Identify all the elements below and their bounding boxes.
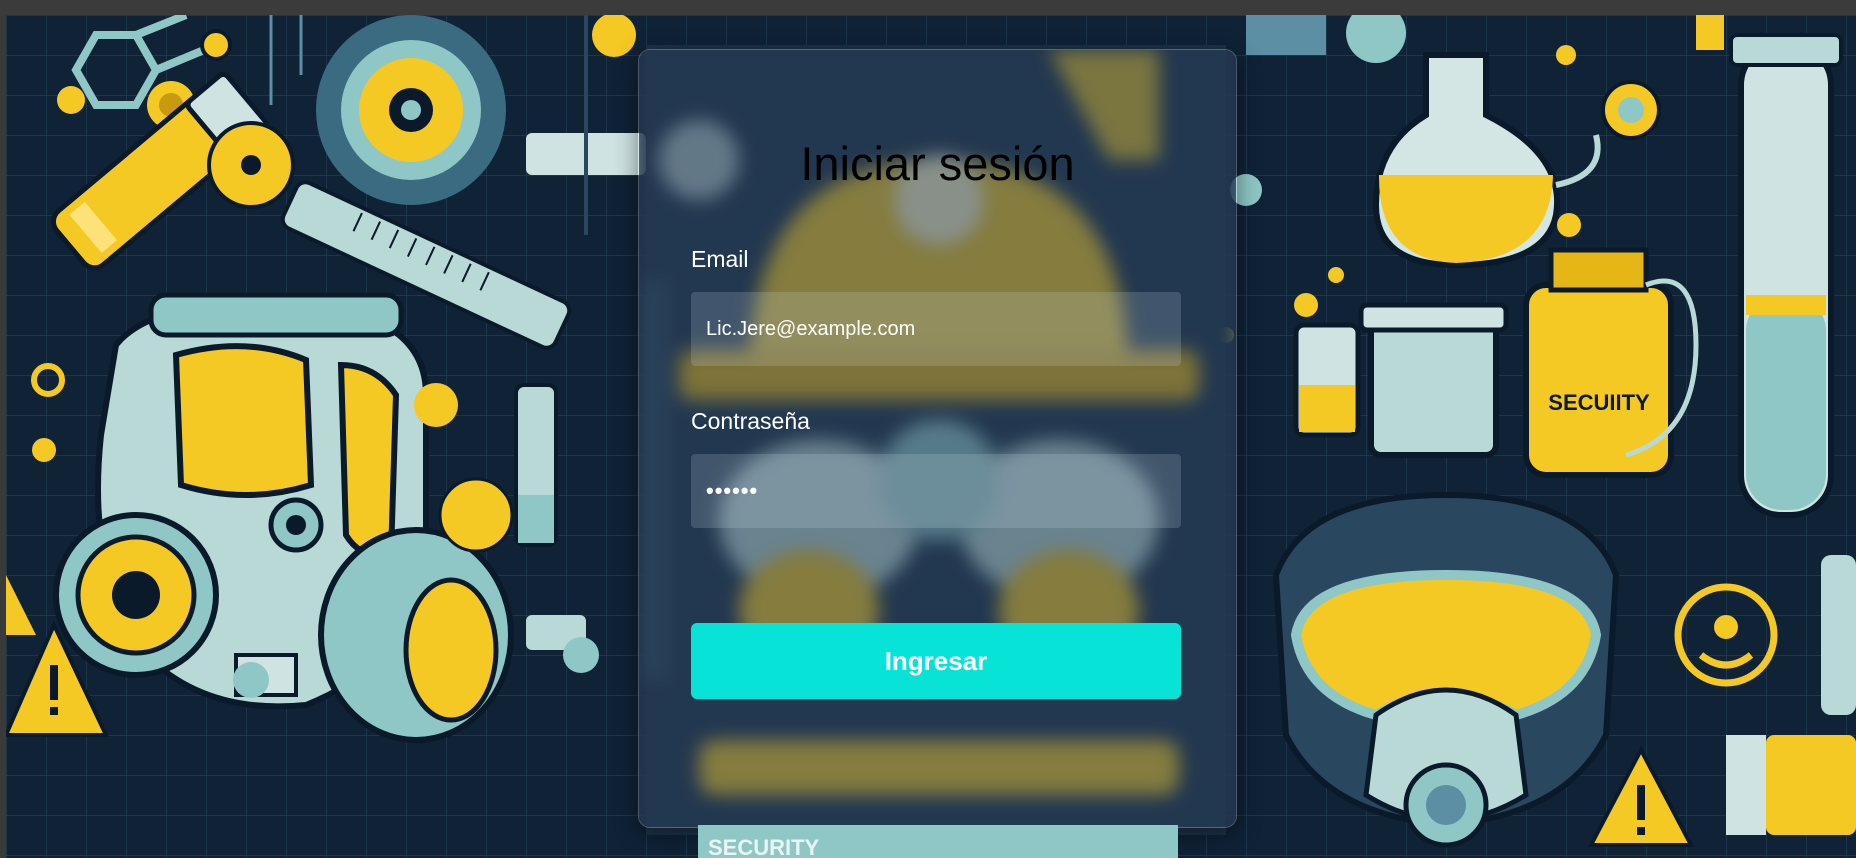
email-field[interactable]: Lic.Jere@example.com	[691, 292, 1181, 366]
password-field[interactable]: ••••••	[691, 454, 1181, 528]
login-submit-button[interactable]: Ingresar	[691, 623, 1181, 699]
login-page: SECUIITY Iniciar sesión Email Lic.Jere@e…	[6, 15, 1856, 858]
security-bottle: SECUIITY	[1523, 247, 1699, 478]
bottle-label: SECUIITY	[1548, 390, 1650, 415]
login-card: Iniciar sesión Email Lic.Jere@example.co…	[638, 49, 1237, 828]
browser-top-bar	[0, 0, 1856, 15]
login-form: Iniciar sesión Email Lic.Jere@example.co…	[639, 50, 1236, 827]
email-label: Email	[691, 246, 749, 272]
card-bottom-strip: SECURITY	[698, 825, 1178, 858]
password-label: Contraseña	[691, 408, 810, 434]
page-title: Iniciar sesión	[800, 137, 1075, 190]
bottom-security-label: SECURITY	[708, 835, 820, 858]
